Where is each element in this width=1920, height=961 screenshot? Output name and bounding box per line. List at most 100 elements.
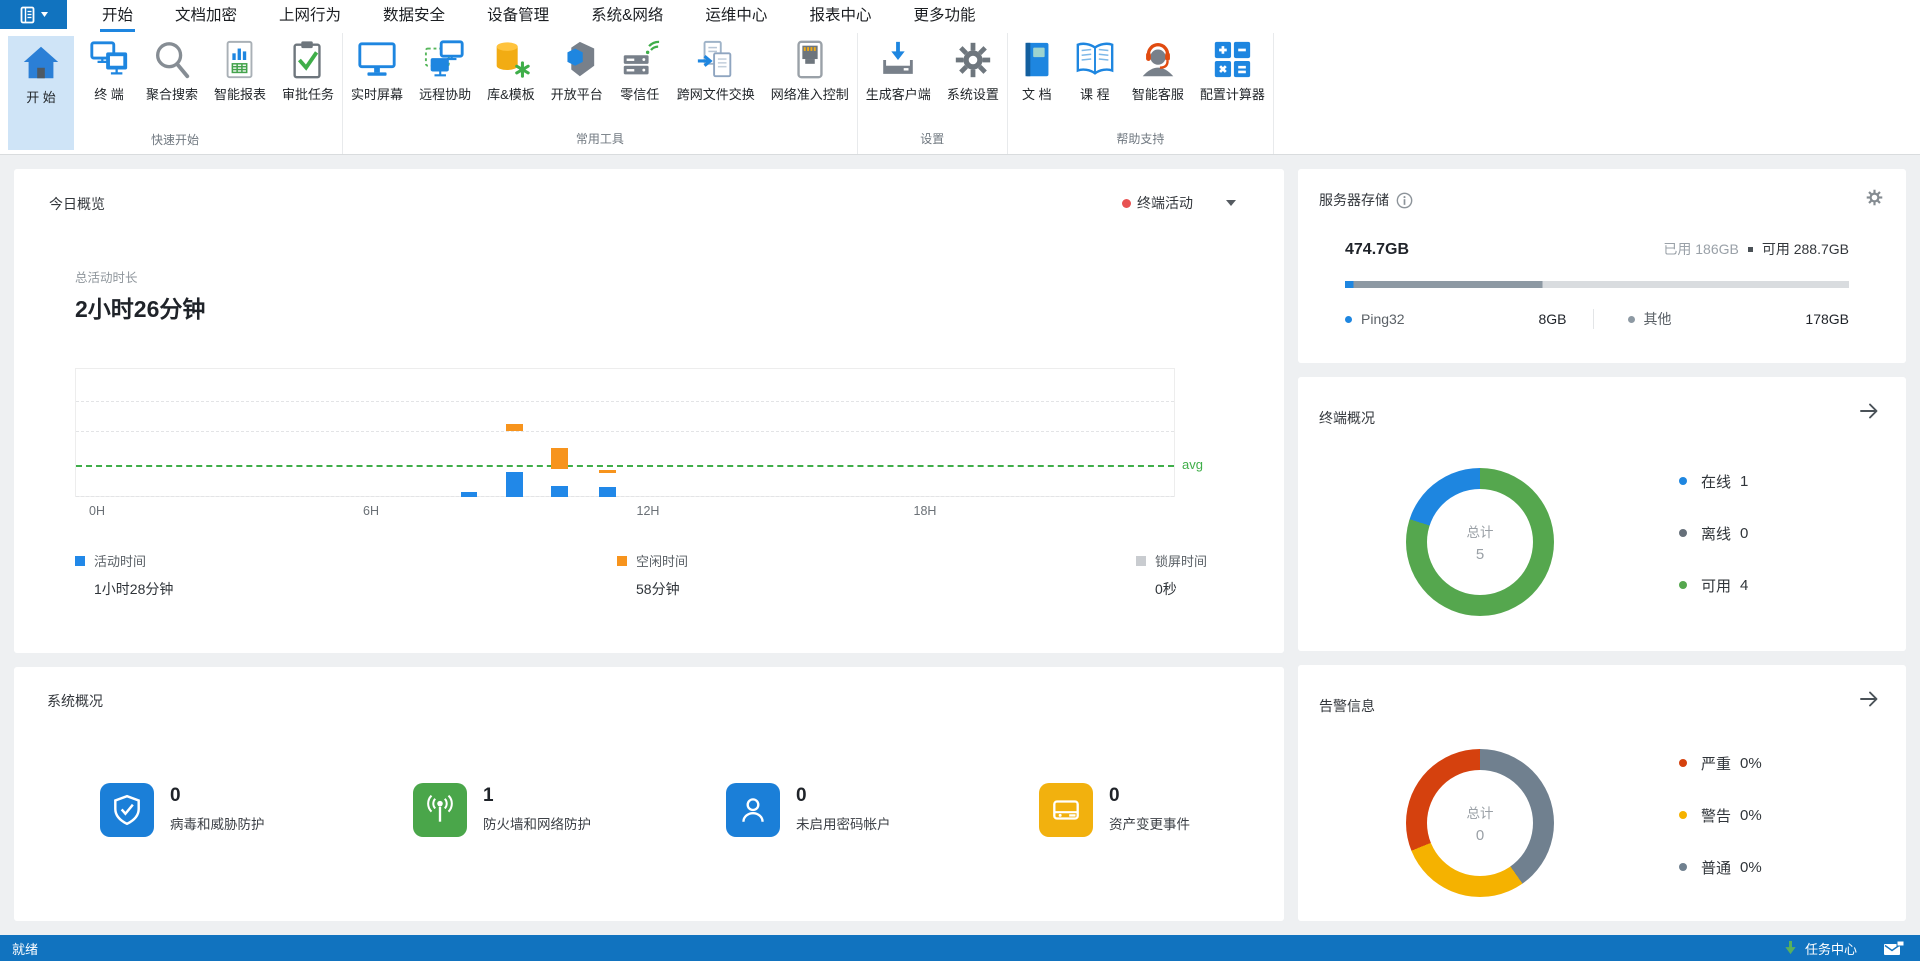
ribbon-item-realtime-screen[interactable]: 实时屏幕 xyxy=(343,36,411,103)
open-platform-icon xyxy=(567,41,594,77)
ribbon-item-smart-report[interactable]: 智能报表 xyxy=(206,36,274,103)
card-title: 系统概况 xyxy=(47,693,103,709)
task-center-button[interactable]: 任务中心 xyxy=(1805,939,1857,958)
arrow-right-icon[interactable] xyxy=(1858,689,1880,709)
home-icon xyxy=(23,46,59,79)
legend-available: 可用 4 xyxy=(1679,576,1748,595)
card-title: 服务器存储 xyxy=(1319,192,1389,208)
stat-firewall-network-protection: 1 防火墙和网络防护 xyxy=(413,783,726,837)
storage-free: 可用 288.7GB xyxy=(1761,241,1849,257)
arrow-right-icon[interactable] xyxy=(1858,401,1880,421)
storage-total: 474.7GB xyxy=(1345,241,1410,258)
gridline xyxy=(76,431,1174,432)
search-icon xyxy=(156,42,190,79)
approval-clipboard-icon xyxy=(293,41,321,79)
ribbon-item-label: 开 始 xyxy=(26,90,56,105)
ribbon-item-aggregate-search[interactable]: 聚合搜索 xyxy=(138,36,206,103)
ribbon-group-label: 设置 xyxy=(920,132,945,146)
tab-system-network[interactable]: 系统&网络 xyxy=(570,0,684,33)
legend-normal: 普通 0% xyxy=(1679,858,1762,877)
storage-item-other: 其他 178GB xyxy=(1592,309,1849,329)
storage-settings-gear-icon[interactable] xyxy=(1865,188,1884,207)
activity-filter-dropdown[interactable]: 终端活动 xyxy=(1122,193,1236,213)
server-storage-card: 服务器存储 474.7GB 已用 186GB 可用 288.7GB Ping32… xyxy=(1298,169,1906,363)
asset-device-icon xyxy=(1039,783,1093,837)
gridline xyxy=(76,496,1174,497)
ribbon-group-settings: 生成客户端 系统设置 设置 xyxy=(858,33,1008,154)
avg-line-label: avg xyxy=(1182,457,1203,472)
tab-data-security[interactable]: 数据安全 xyxy=(362,0,466,33)
open-book-icon xyxy=(1076,42,1114,75)
ribbon-item-open-platform[interactable]: 开放平台 xyxy=(543,36,611,103)
info-icon[interactable] xyxy=(1396,192,1413,209)
ribbon-item-remote-assist[interactable]: 远程协助 xyxy=(411,36,479,103)
legend-dot xyxy=(1679,811,1687,819)
card-title: 告警信息 xyxy=(1319,698,1375,714)
terminal-donut-chart: 总计 5 xyxy=(1406,468,1554,616)
ribbon-item-terminals[interactable]: 终 端 xyxy=(80,36,138,103)
realtime-screen-icon xyxy=(358,42,396,76)
ribbon-item-network-access-control[interactable]: 网络准入控制 xyxy=(763,36,857,103)
status-ready-text: 就绪 xyxy=(12,941,39,957)
ribbon-group-quick-start: 开 始 终 端 聚合搜索 智能报表 审批任务 快速开始 xyxy=(8,33,344,154)
tab-doc-encryption[interactable]: 文档加密 xyxy=(154,0,258,33)
average-line xyxy=(76,465,1174,467)
chevron-down-icon xyxy=(1226,200,1236,206)
book-icon xyxy=(1025,42,1049,77)
ribbon-group-common-tools: 实时屏幕 远程协助 库&模板 开放平台 零信任 跨网文件交换 网络准入控制 常用… xyxy=(343,33,858,154)
ribbon-item-courses[interactable]: 课 程 xyxy=(1066,36,1124,103)
legend-swatch xyxy=(1136,555,1146,566)
calculator-icon xyxy=(1215,41,1251,78)
legend-dot xyxy=(1679,863,1687,871)
remote-assist-icon xyxy=(425,40,464,77)
ribbon-item-system-settings[interactable]: 系统设置 xyxy=(939,36,1007,103)
shield-check-icon xyxy=(100,783,154,837)
terminal-overview-card: 终端概况 总计 5 在线 1 离线 0 可用 4 xyxy=(1298,377,1906,651)
separator-dot xyxy=(1747,246,1753,252)
filter-label: 终端活动 xyxy=(1137,195,1193,211)
ribbon-item-smart-support[interactable]: 智能客服 xyxy=(1124,36,1192,103)
terminals-icon xyxy=(90,41,128,75)
alert-donut-chart: 总计 0 xyxy=(1406,749,1554,897)
chart-bar-idle xyxy=(506,424,523,431)
tab-device-management[interactable]: 设备管理 xyxy=(466,0,570,33)
gear-icon xyxy=(955,42,990,78)
ribbon-item-zero-trust[interactable]: 零信任 xyxy=(611,36,669,103)
ribbon-item-generate-client[interactable]: 生成客户端 xyxy=(858,36,939,103)
legend-offline: 离线 0 xyxy=(1679,524,1748,543)
today-overview-card: 今日概览 终端活动 总活动时长 2小时26分钟 avg 0H 6H 12H 18… xyxy=(14,169,1284,653)
message-envelope-icon[interactable] xyxy=(1883,940,1904,956)
tab-report-center[interactable]: 报表中心 xyxy=(788,0,892,33)
ribbon-item-approval-tasks[interactable]: 审批任务 xyxy=(274,36,342,103)
card-title: 终端概况 xyxy=(1319,410,1375,426)
tab-internet-behavior[interactable]: 上网行为 xyxy=(258,0,362,33)
legend-dot xyxy=(1679,759,1687,767)
ribbon-item-library-templates[interactable]: 库&模板 xyxy=(479,36,543,103)
tab-start[interactable]: 开始 xyxy=(81,0,154,33)
x-axis: 0H 6H 12H 18H xyxy=(75,504,1175,520)
tab-ops-center[interactable]: 运维中心 xyxy=(684,0,788,33)
terminal-legend: 在线 1 离线 0 可用 4 xyxy=(1679,472,1748,628)
legend-dot xyxy=(1679,477,1687,485)
legend-dot xyxy=(1627,315,1635,323)
ribbon-item-config-calculator[interactable]: 配置计算器 xyxy=(1192,36,1273,103)
chart-bar-active xyxy=(599,487,616,497)
legend-dot xyxy=(1679,529,1687,537)
download-arrow-icon xyxy=(1785,940,1796,955)
alert-legend: 严重 0% 警告 0% 普通 0% xyxy=(1679,754,1762,910)
app-menu-button[interactable] xyxy=(0,0,67,29)
ethernet-port-icon xyxy=(797,40,823,79)
app-logo-icon xyxy=(20,6,34,23)
gridline xyxy=(76,401,1174,402)
ribbon-item-docs[interactable]: 文 档 xyxy=(1008,36,1066,103)
chart-bar-active xyxy=(551,486,568,497)
ribbon: 开 始 终 端 聚合搜索 智能报表 审批任务 快速开始 实时屏幕 远程协助 库&… xyxy=(0,33,1920,155)
ribbon-item-cross-network-exchange[interactable]: 跨网文件交换 xyxy=(669,36,763,103)
red-dot-icon xyxy=(1122,198,1131,208)
total-activity-label: 总活动时长 xyxy=(75,271,138,285)
ribbon-home-button[interactable]: 开 始 xyxy=(8,36,74,150)
tab-more-features[interactable]: 更多功能 xyxy=(892,0,996,33)
chart-bar-idle xyxy=(551,448,568,469)
stat-no-password-accounts: 0 未启用密码帐户 xyxy=(726,783,1039,837)
legend-dot xyxy=(1345,315,1352,323)
